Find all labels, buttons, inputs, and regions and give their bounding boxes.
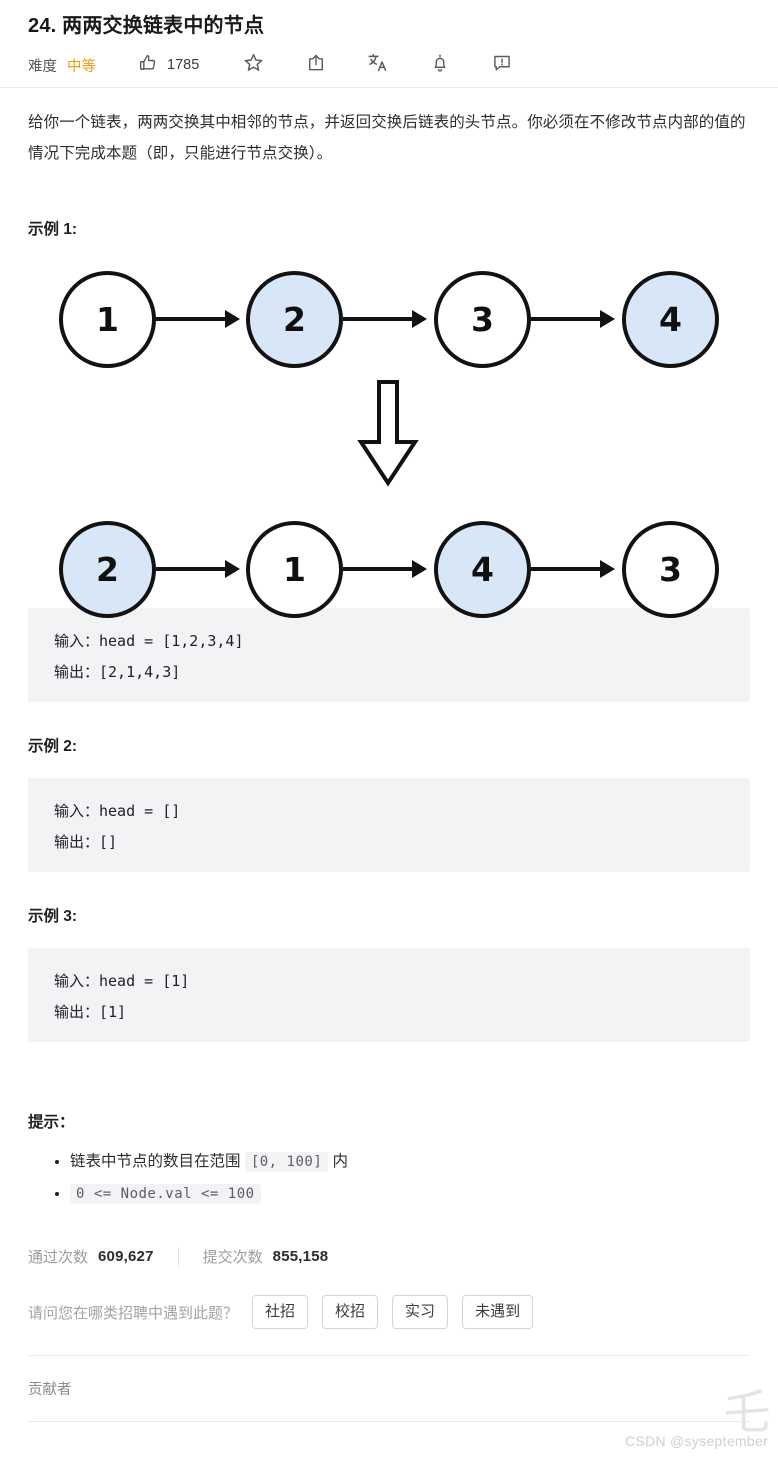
survey-option-shixi[interactable]: 实习 [392, 1295, 449, 1329]
transform-down-arrow [353, 379, 423, 494]
hint-0-code: [0, 100] [244, 1152, 329, 1172]
hints-list: 链表中节点的数目在范围 [0, 100] 内 0 <= Node.val <= … [28, 1146, 750, 1210]
survey-option-xiaozhao[interactable]: 校招 [322, 1295, 379, 1329]
node-after-2: 4 [434, 521, 531, 618]
translate-icon [367, 52, 388, 78]
survey-question: 请问您在哪类招聘中遇到此题？ [28, 1304, 239, 1322]
favorite-button[interactable] [243, 51, 264, 79]
survey-option-shezhao[interactable]: 社招 [252, 1295, 309, 1329]
csdn-watermark: CSDN @syseptember [624, 1433, 768, 1449]
translate-button[interactable] [367, 51, 388, 79]
node-before-1: 2 [246, 271, 343, 368]
survey-row: 请问您在哪类招聘中遇到此题？ 社招 校招 实习 未遇到 [28, 1295, 750, 1329]
node-before-0: 1 [59, 271, 156, 368]
csdn-logo-watermark: 乇 [724, 1385, 770, 1439]
node-before-3: 4 [622, 271, 719, 368]
hint-0-prefix: 链表中节点的数目在范围 [70, 1153, 245, 1170]
example-3-code: 输入：head = [1] 输出：[1] [28, 948, 750, 1042]
example-2-code: 输入：head = [] 输出：[] [28, 778, 750, 872]
like-count: 1785 [167, 57, 200, 73]
example-1-heading: 示例 1: [28, 221, 78, 238]
node-after-1: 1 [246, 521, 343, 618]
passed-label: 通过次数 [28, 1249, 89, 1266]
hints-heading: 提示： [28, 1114, 75, 1131]
notification-button[interactable] [430, 51, 450, 79]
node-before-2: 3 [434, 271, 531, 368]
hint-1-code: 0 <= Node.val <= 100 [70, 1184, 261, 1204]
arrowhead-before-0 [225, 310, 240, 328]
thumbs-up-icon [138, 53, 158, 78]
problem-page: 24. 两两交换链表中的节点 难度 中等 1785 给你一个链表，两两交换其中相… [0, 0, 778, 1463]
survey-option-weiyudao[interactable]: 未遇到 [462, 1295, 534, 1329]
stats-row: 通过次数 609,627 提交次数 855,158 [28, 1246, 750, 1267]
share-button[interactable] [306, 51, 326, 79]
passed-value: 609,627 [98, 1248, 154, 1265]
arrowhead-before-2 [600, 310, 615, 328]
submitted-label: 提交次数 [202, 1249, 263, 1266]
bell-icon [430, 53, 450, 78]
edge-before-0 [156, 317, 228, 321]
edge-after-1 [343, 567, 415, 571]
page-title: 24. 两两交换链表中的节点 [28, 15, 265, 37]
example-2-heading: 示例 2: [28, 738, 78, 755]
hint-item-0: 链表中节点的数目在范围 [0, 100] 内 [70, 1146, 750, 1178]
arrowhead-after-1 [412, 560, 427, 578]
edge-before-2 [531, 317, 603, 321]
footer-divider-top [28, 1355, 750, 1356]
share-icon [306, 53, 326, 78]
arrowhead-after-0 [225, 560, 240, 578]
problem-meta-row: 难度 中等 1785 [28, 43, 750, 87]
star-icon [243, 52, 264, 78]
like-button[interactable]: 1785 [138, 51, 199, 79]
submitted-value: 855,158 [272, 1248, 329, 1265]
node-after-0: 2 [59, 521, 156, 618]
difficulty-value[interactable]: 中等 [67, 55, 96, 76]
problem-description: 给你一个链表，两两交换其中相邻的节点，并返回交换后链表的头节点。你必须在不修改节… [28, 114, 746, 162]
example-3-heading: 示例 3: [28, 908, 78, 925]
arrowhead-before-1 [412, 310, 427, 328]
hint-0-suffix: 内 [328, 1153, 349, 1170]
stats-separator [177, 1247, 179, 1266]
linked-list-diagram: 1 2 3 4 2 1 4 3 [28, 261, 750, 618]
difficulty-label: 难度 [28, 58, 57, 75]
contributor-label[interactable]: 贡献者 [28, 1378, 750, 1399]
edge-before-1 [343, 317, 415, 321]
footer-divider-bottom [28, 1421, 750, 1422]
action-icons: 1785 [96, 51, 512, 79]
feedback-icon [492, 53, 512, 78]
example-1-code: 输入：head = [1,2,3,4] 输出：[2,1,4,3] [28, 608, 750, 702]
node-after-3: 3 [622, 521, 719, 618]
feedback-button[interactable] [492, 51, 512, 79]
arrowhead-after-2 [600, 560, 615, 578]
hint-item-1: 0 <= Node.val <= 100 [70, 1178, 750, 1210]
edge-after-0 [156, 567, 228, 571]
edge-after-2 [531, 567, 603, 571]
header-divider [0, 87, 778, 88]
